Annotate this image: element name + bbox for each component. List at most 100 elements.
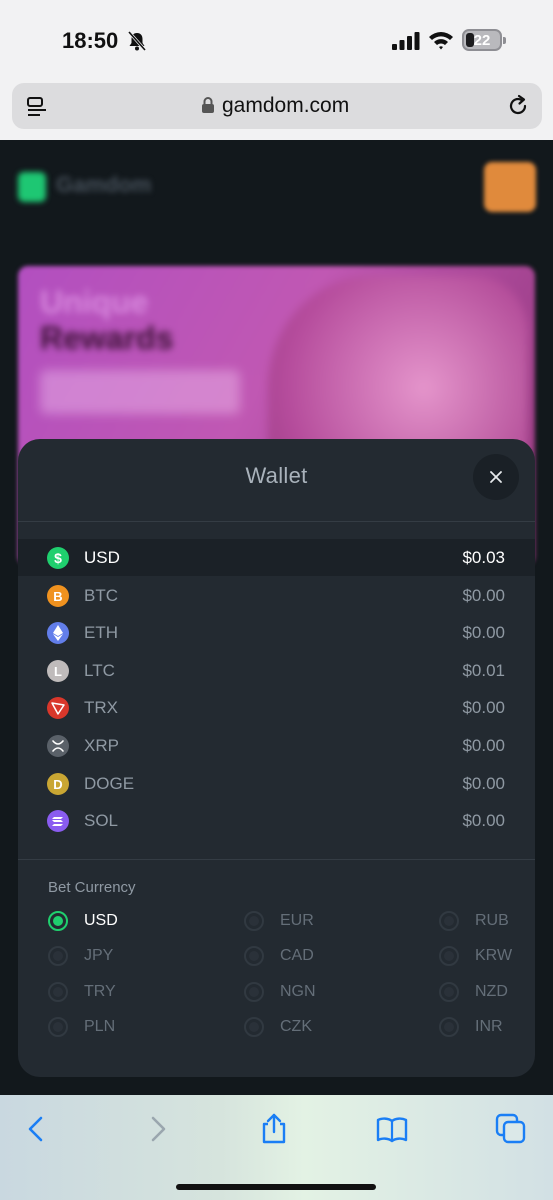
- reload-icon[interactable]: [506, 94, 530, 118]
- bet-currency-option-cad[interactable]: CAD: [244, 942, 334, 972]
- bet-currency-label: PLN: [84, 1017, 116, 1035]
- currency-row-trx[interactable]: TRX $0.00: [18, 689, 535, 726]
- currency-row-ltc[interactable]: L LTC $0.01: [18, 652, 535, 689]
- bookmarks-icon[interactable]: [375, 1112, 409, 1146]
- bet-currency-option-nzd[interactable]: NZD: [439, 978, 529, 1008]
- dollar-coin-icon: $: [47, 547, 69, 569]
- svg-text:L: L: [54, 664, 62, 679]
- promo-title-line1: Unique: [40, 284, 149, 320]
- currency-balance: $0.00: [462, 811, 505, 831]
- status-time: 18:50: [62, 28, 119, 53]
- radio-button[interactable]: [244, 981, 264, 1002]
- bet-currency-label: RUB: [475, 912, 509, 929]
- currency-code: SOL: [84, 811, 119, 831]
- bet-currency-label: KRW: [475, 947, 513, 965]
- promo-subtitle: [40, 370, 240, 414]
- bitcoin-icon: B: [47, 584, 69, 607]
- bet-currency-label: TRY: [84, 982, 116, 1000]
- radio-button[interactable]: [439, 1016, 459, 1037]
- currency-code: TRX: [84, 698, 118, 718]
- currency-row-usd[interactable]: $ USD $0.03: [18, 539, 535, 576]
- bet-currency-option-rub[interactable]: RUB: [439, 907, 529, 937]
- currency-row-doge[interactable]: D DOGE $0.00: [18, 765, 535, 802]
- bet-currency-label: EUR: [280, 912, 314, 929]
- currency-code: USD: [84, 548, 120, 567]
- dogecoin-icon: D: [47, 772, 69, 795]
- bell-slash-icon: [127, 31, 147, 51]
- home-indicator: [176, 1184, 376, 1190]
- solana-icon: [47, 810, 69, 833]
- bet-currency-option-usd[interactable]: USD: [48, 907, 138, 937]
- site-logo-text: Gamdom: [56, 172, 152, 197]
- divider: [18, 521, 535, 522]
- bet-currency-option-czk[interactable]: CZK: [244, 1013, 334, 1043]
- lock-icon: [202, 97, 214, 113]
- bet-currency-title: Bet Currency: [48, 879, 136, 896]
- radio-button[interactable]: [439, 981, 459, 1002]
- modal-title: Wallet: [245, 463, 308, 488]
- battery-indicator: 22: [462, 29, 502, 51]
- tabs-icon[interactable]: [494, 1112, 528, 1146]
- xrp-icon: [47, 735, 69, 757]
- bet-currency-label: NGN: [280, 982, 316, 1000]
- bet-currency-option-try[interactable]: TRY: [48, 978, 138, 1008]
- bet-currency-label: CZK: [280, 1017, 312, 1035]
- battery-level: 22: [473, 32, 491, 49]
- bet-currency-label: JPY: [84, 947, 114, 965]
- currency-balance: $0.00: [462, 623, 505, 643]
- currency-balance: $0.00: [462, 585, 505, 605]
- bet-currency-label: INR: [475, 1017, 503, 1035]
- url-text[interactable]: gamdom.com: [222, 94, 349, 118]
- radio-button[interactable]: [439, 946, 459, 967]
- radio-button[interactable]: [244, 946, 264, 967]
- svg-text:D: D: [53, 777, 62, 792]
- bet-currency-option-eur[interactable]: EUR: [244, 907, 334, 937]
- bet-currency-option-jpy[interactable]: JPY: [48, 942, 138, 972]
- site-logo-icon: [18, 172, 46, 202]
- ethereum-icon: [47, 622, 69, 645]
- currency-row-eth[interactable]: ETH $0.00: [18, 614, 535, 651]
- currency-balance: $0.00: [462, 773, 505, 793]
- page-menu-icon[interactable]: [26, 96, 48, 118]
- status-bar: 18:50 22: [0, 0, 553, 82]
- promo-title-line2: Rewards: [40, 320, 174, 356]
- close-icon: [490, 471, 502, 483]
- radio-button[interactable]: [244, 911, 264, 931]
- currency-row-btc[interactable]: B BTC $0.00: [18, 577, 535, 614]
- radio-button[interactable]: [48, 981, 68, 1002]
- cellular-signal-icon: [392, 32, 420, 50]
- currency-balance: $0.03: [462, 548, 505, 567]
- radio-button[interactable]: [439, 911, 459, 931]
- bet-currency-option-krw[interactable]: KRW: [439, 942, 529, 972]
- radio-button[interactable]: [48, 946, 68, 967]
- currency-code: XRP: [84, 736, 119, 755]
- radio-button[interactable]: [244, 1016, 264, 1037]
- bet-currency-option-ngn[interactable]: NGN: [244, 978, 334, 1008]
- currency-balance: $0.00: [462, 736, 505, 755]
- bet-currency-label: NZD: [475, 982, 508, 1000]
- currency-code: DOGE: [84, 773, 135, 793]
- bet-currency-label: USD: [84, 912, 118, 929]
- divider: [18, 859, 535, 860]
- battery-cap: [503, 37, 506, 44]
- bet-currency-option-pln[interactable]: PLN: [48, 1013, 138, 1043]
- forward-icon[interactable]: [140, 1112, 174, 1146]
- currency-balance: $0.01: [462, 660, 505, 680]
- back-icon[interactable]: [20, 1112, 54, 1146]
- currency-code: ETH: [84, 623, 118, 643]
- share-icon[interactable]: [257, 1112, 291, 1146]
- currency-row-sol[interactable]: SOL $0.00: [18, 802, 535, 839]
- close-button[interactable]: [473, 454, 519, 500]
- site-menu-button: [484, 162, 536, 212]
- currency-code: BTC: [84, 585, 118, 605]
- radio-button[interactable]: [48, 911, 68, 931]
- bet-currency-option-inr[interactable]: INR: [439, 1013, 529, 1043]
- radio-button[interactable]: [48, 1016, 68, 1037]
- wifi-icon: [429, 32, 453, 50]
- currency-row-xrp[interactable]: XRP $0.00: [18, 727, 535, 764]
- wallet-modal: Wallet $ USD $0.03 B BTC $0.00 ETH $0.00 L LTC $0.…: [18, 439, 535, 1077]
- currency-balance: $0.00: [462, 698, 505, 718]
- litecoin-icon: L: [47, 659, 69, 682]
- bet-currency-label: CAD: [280, 947, 314, 965]
- svg-text:$: $: [54, 550, 62, 566]
